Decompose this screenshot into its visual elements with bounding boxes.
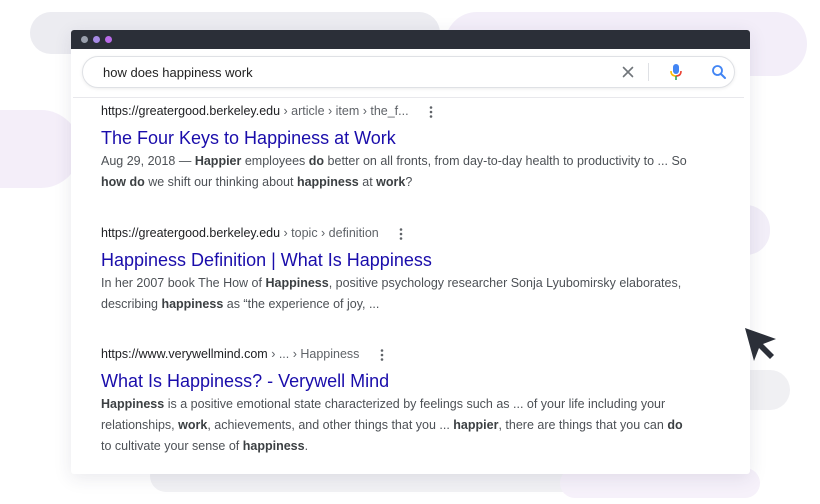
snippet-bold-text: happiness (161, 297, 224, 311)
window-titlebar (71, 30, 750, 49)
snippet-bold-text: happiness (242, 439, 305, 453)
snippet-text: Aug 29, 2018 — (101, 154, 195, 168)
result-url[interactable]: https://greatergood.berkeley.edu › artic… (101, 102, 701, 120)
result-title-link[interactable]: Happiness Definition | What Is Happiness (101, 249, 701, 271)
result-domain: https://greatergood.berkeley.edu (101, 226, 281, 240)
search-bar[interactable] (82, 56, 735, 88)
snippet-bold-text: how do (101, 175, 145, 189)
search-result: https://greatergood.berkeley.edu › artic… (101, 102, 701, 193)
snippet-bold-text: Happiness (101, 397, 165, 411)
snippet-bold-text: happiness (296, 175, 359, 189)
result-domain: https://greatergood.berkeley.edu (101, 104, 281, 118)
snippet-text: ? (405, 175, 413, 189)
result-breadcrumb: › topic › definition (280, 226, 379, 240)
mic-icon[interactable] (669, 63, 683, 81)
more-vert-icon[interactable] (377, 348, 387, 362)
search-divider (648, 63, 649, 81)
more-vert-icon[interactable] (396, 227, 406, 241)
window-dot-1[interactable] (81, 36, 88, 43)
result-breadcrumb: › ... › Happiness (267, 347, 360, 361)
result-snippet: Happiness is a positive emotional state … (101, 394, 691, 457)
snippet-text: at (358, 175, 377, 189)
snippet-text: better on all fronts, from day-to-day he… (324, 154, 687, 168)
more-vert-icon[interactable] (426, 105, 436, 119)
result-domain: https://www.verywellmind.com (101, 347, 268, 361)
snippet-bold-text: do (667, 418, 683, 432)
snippet-text: In her 2007 book The How of (101, 276, 266, 290)
snippet-text: as “the experience of joy, ... (223, 297, 380, 311)
background-shape (0, 110, 80, 188)
snippet-text: , achievements, and other things that yo… (207, 418, 454, 432)
result-title-link[interactable]: What Is Happiness? - Verywell Mind (101, 370, 701, 392)
result-snippet: Aug 29, 2018 — Happier employees do bett… (101, 151, 691, 193)
snippet-bold-text: Happier (194, 154, 242, 168)
close-icon[interactable] (620, 64, 636, 80)
result-breadcrumb: › article › item › the_f... (280, 104, 409, 118)
result-url[interactable]: https://www.verywellmind.com › ... › Hap… (101, 345, 701, 363)
snippet-bold-text: Happiness (265, 276, 329, 290)
result-snippet: In her 2007 book The How of Happiness, p… (101, 273, 691, 315)
search-icon[interactable] (711, 64, 727, 80)
snippet-text: we shift our thinking about (144, 175, 297, 189)
mouse-pointer-icon (745, 328, 776, 361)
search-input[interactable] (103, 63, 603, 81)
snippet-text: , there are things that you can (498, 418, 668, 432)
snippet-text: employees (241, 154, 309, 168)
results-divider (73, 97, 744, 98)
search-result: https://www.verywellmind.com › ... › Hap… (101, 345, 701, 457)
browser-window: https://greatergood.berkeley.edu › artic… (71, 30, 750, 474)
snippet-bold-text: do (308, 154, 325, 168)
snippet-bold-text: work (376, 175, 406, 189)
result-title-link[interactable]: The Four Keys to Happiness at Work (101, 127, 701, 149)
search-result: https://greatergood.berkeley.edu › topic… (101, 224, 701, 315)
snippet-bold-text: happier (453, 418, 499, 432)
result-url[interactable]: https://greatergood.berkeley.edu › topic… (101, 224, 701, 242)
snippet-bold-text: work (178, 418, 208, 432)
window-dot-2[interactable] (93, 36, 100, 43)
snippet-text: to cultivate your sense of (101, 439, 243, 453)
window-dot-3[interactable] (105, 36, 112, 43)
snippet-text: . (304, 439, 309, 453)
